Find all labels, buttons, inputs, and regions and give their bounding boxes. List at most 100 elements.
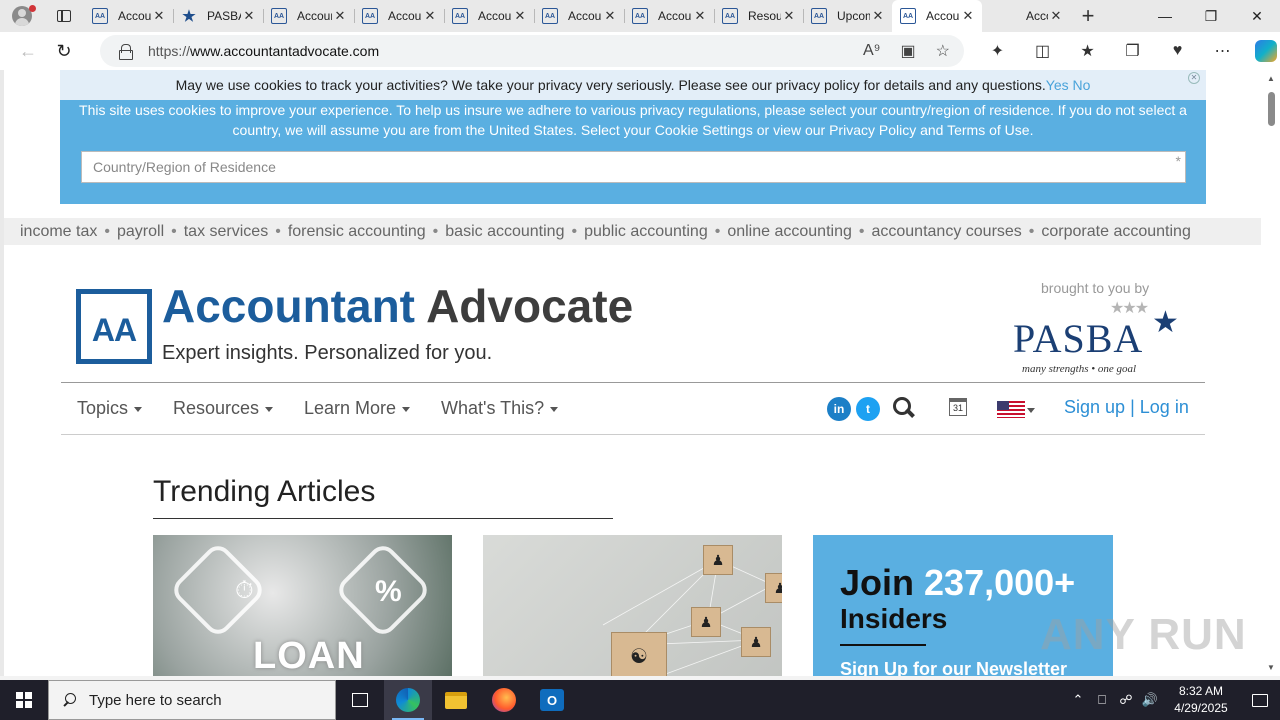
close-tab-icon[interactable]: ✕ <box>332 8 348 24</box>
volume-icon[interactable]: 🔊 <box>1138 692 1162 708</box>
outlook-taskbar-button[interactable]: O <box>528 680 576 720</box>
topic-link[interactable]: online accounting <box>727 223 852 240</box>
scroll-up-icon[interactable]: ▲ <box>1267 74 1275 83</box>
topic-link[interactable]: corporate accounting <box>1041 223 1190 240</box>
aa-favicon-icon: AA <box>92 8 108 24</box>
tab-title: PASBA <box>207 9 241 23</box>
site-logo-mark[interactable]: AA <box>76 289 152 364</box>
signup-link[interactable]: Sign up <box>1064 397 1125 417</box>
refresh-button[interactable]: ↻ <box>46 35 82 67</box>
notification-center-button[interactable] <box>1240 680 1280 720</box>
close-tab-icon[interactable]: ✕ <box>422 8 438 24</box>
browser-tab[interactable]: AA Upcoming✕ <box>803 0 892 32</box>
browser-toolbar: ← ↻ https://www.accountantadvocate.com A… <box>0 32 1280 70</box>
collections-icon[interactable]: ❐ <box>1110 32 1155 70</box>
url-text[interactable]: https://www.accountantadvocate.com <box>148 43 379 59</box>
copilot-icon[interactable] <box>1255 40 1277 62</box>
nav-resources[interactable]: Resources <box>173 398 274 419</box>
topic-link[interactable]: tax services <box>184 223 268 240</box>
calendar-icon[interactable]: 31 <box>949 398 967 416</box>
article-card-network[interactable]: ♟ ♟ ♟ ♟ ☯ <box>483 535 782 676</box>
restore-button[interactable]: ❐ <box>1188 0 1234 32</box>
site-brand-name[interactable]: Accountant Advocate <box>162 279 633 333</box>
app-available-icon[interactable]: ▣ <box>901 41 916 61</box>
topic-link[interactable]: public accounting <box>584 223 708 240</box>
nav-topics[interactable]: Topics <box>77 398 143 419</box>
system-tray: ⌃ ⎕ ☍ 🔊 8:32 AM 4/29/2025 <box>1066 680 1280 720</box>
read-aloud-icon[interactable]: A⁹ <box>863 42 881 60</box>
close-tab-icon[interactable]: ✕ <box>602 8 618 24</box>
browser-tab[interactable]: AA Accountant Advocate✕ <box>534 0 624 32</box>
close-window-button[interactable]: ✕ <box>1234 0 1280 32</box>
tab-actions-button[interactable] <box>44 0 84 32</box>
page-scrollbar[interactable]: ▲ ▼ <box>1263 70 1280 676</box>
chevron-up-icon[interactable]: ⌃ <box>1066 692 1090 708</box>
us-flag-icon[interactable] <box>997 401 1025 418</box>
close-tab-icon[interactable]: ✕ <box>692 8 708 24</box>
lock-icon[interactable] <box>119 44 133 60</box>
favorites-icon[interactable]: ★ <box>1065 32 1110 70</box>
aa-favicon-icon: AA <box>271 8 287 24</box>
close-tab-icon[interactable]: ✕ <box>151 8 167 24</box>
network-icon[interactable]: ☍ <box>1114 692 1138 708</box>
profile-button[interactable] <box>0 0 44 32</box>
taskbar-clock[interactable]: 8:32 AM 4/29/2025 <box>1162 683 1240 717</box>
close-tab-icon[interactable]: ✕ <box>1048 8 1064 24</box>
browser-tab[interactable]: AA Resources✕ <box>714 0 803 32</box>
country-region-select[interactable]: Country/Region of Residence * <box>81 151 1186 183</box>
start-button[interactable] <box>0 680 48 720</box>
favorite-star-icon[interactable]: ☆ <box>936 41 950 61</box>
task-view-button[interactable] <box>336 680 384 720</box>
topic-link[interactable]: income tax <box>20 223 97 240</box>
linkedin-icon[interactable]: in <box>827 397 851 421</box>
person-cube-icon: ♟ <box>765 573 782 603</box>
close-tab-icon[interactable]: ✕ <box>241 8 257 24</box>
topic-link[interactable]: payroll <box>117 223 164 240</box>
browser-tab[interactable]: AA Accountant Advocate✕ <box>354 0 444 32</box>
newsletter-signup-link[interactable]: Sign Up for our Newsletter <box>840 659 1067 676</box>
taskbar-search-box[interactable]: Type here to search <box>48 680 336 720</box>
browser-essentials-icon[interactable]: ♥ <box>1155 32 1200 70</box>
tab-title: Accountant Advocate <box>118 9 151 23</box>
twitter-icon[interactable]: t <box>856 397 880 421</box>
back-button[interactable]: ← <box>10 35 46 67</box>
file-explorer-button[interactable] <box>432 680 480 720</box>
browser-tab[interactable]: AA Accountant Advocate✕ <box>892 0 982 32</box>
address-bar[interactable]: https://www.accountantadvocate.com A⁹ ▣ … <box>100 35 964 67</box>
topic-link[interactable]: accountancy courses <box>871 223 1021 240</box>
cookie-yes-link[interactable]: Yes <box>1046 77 1069 93</box>
device-icon[interactable]: ⎕ <box>1090 692 1114 708</box>
browser-tab[interactable]: ★ PASBA✕ <box>173 0 263 32</box>
edge-taskbar-button[interactable] <box>384 680 432 720</box>
nav-whats-this[interactable]: What's This? <box>441 398 559 419</box>
chevron-down-icon[interactable] <box>1027 408 1035 413</box>
cookie-no-link[interactable]: No <box>1073 77 1091 93</box>
pasba-logo[interactable]: ★★★ ★ PASBA many strengths • one goal <box>1010 300 1192 380</box>
browser-tab[interactable]: AA Accountant Advocate✕ <box>263 0 354 32</box>
new-tab-button[interactable]: + <box>1070 0 1106 32</box>
browser-tab[interactable]: AA Accountant Advocate✕ <box>84 0 173 32</box>
close-tab-icon[interactable]: ✕ <box>781 8 797 24</box>
scroll-down-icon[interactable]: ▼ <box>1267 663 1275 672</box>
newsletter-join-line: Join 237,000+ <box>840 562 1075 604</box>
topic-link[interactable]: basic accounting <box>445 223 564 240</box>
scroll-thumb[interactable] <box>1268 92 1275 126</box>
close-tab-icon[interactable]: ✕ <box>870 8 886 24</box>
search-icon[interactable] <box>893 397 915 419</box>
browser-tab[interactable]: Accountant Advocate✕ <box>982 0 1070 32</box>
browser-tab[interactable]: AA Accountant Advocate✕ <box>624 0 714 32</box>
close-tab-icon[interactable]: ✕ <box>960 8 976 24</box>
minimize-button[interactable]: — <box>1142 0 1188 32</box>
login-link[interactable]: Log in <box>1140 397 1189 417</box>
close-tab-icon[interactable]: ✕ <box>512 8 528 24</box>
topic-link[interactable]: forensic accounting <box>288 223 426 240</box>
article-card-loan[interactable]: % ⏱ LOAN <box>153 535 452 676</box>
extensions-icon[interactable]: ✦ <box>975 32 1020 70</box>
nav-learn-more[interactable]: Learn More <box>304 398 411 419</box>
firefox-taskbar-button[interactable] <box>480 680 528 720</box>
split-screen-icon[interactable]: ◫ <box>1020 32 1065 70</box>
sponsor-caption: brought to you by <box>1041 280 1150 296</box>
browser-tab[interactable]: AA Accountant Advocate✕ <box>444 0 534 32</box>
settings-more-icon[interactable]: ⋯ <box>1200 32 1245 70</box>
cookie-close-icon[interactable]: ✕ <box>1188 72 1200 84</box>
